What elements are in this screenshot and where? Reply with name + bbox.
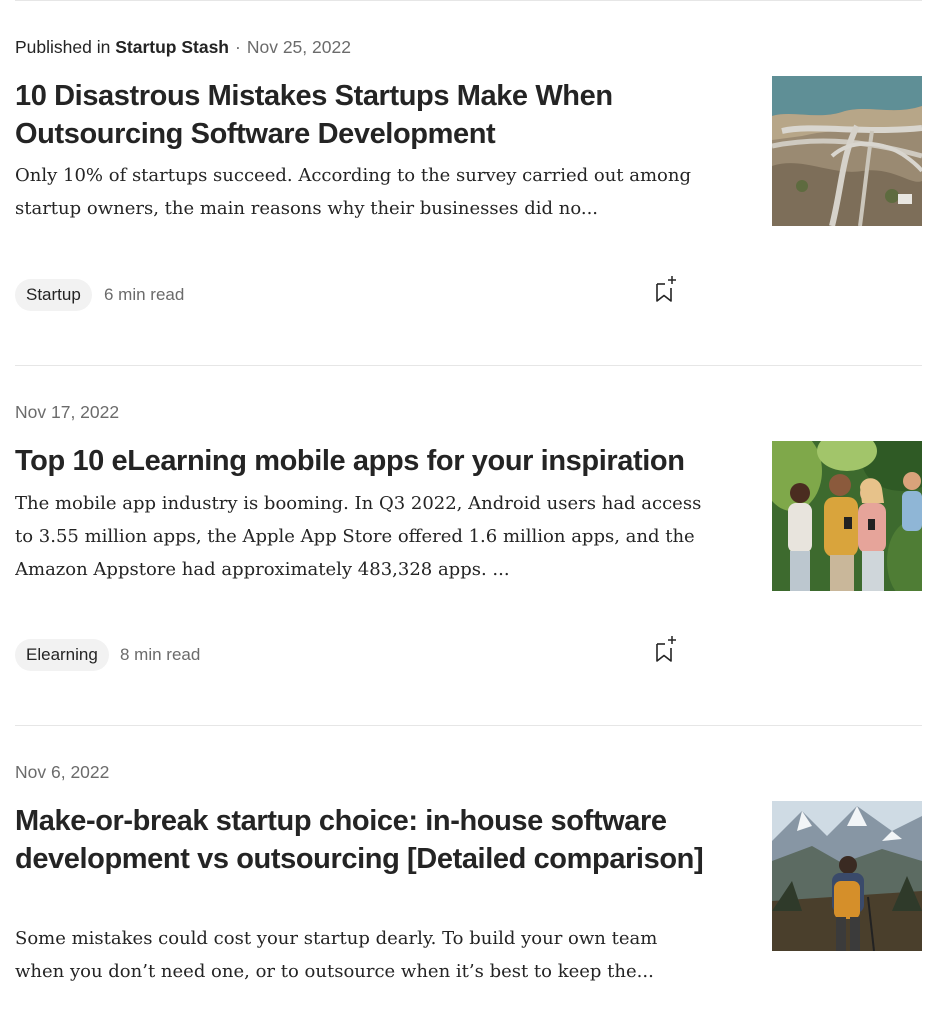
article-date: Nov 17, 2022 xyxy=(15,402,120,422)
article-meta: Nov 6, 2022 xyxy=(15,760,109,784)
publication-link[interactable]: Startup Stash xyxy=(115,37,229,57)
people-with-phones-image xyxy=(772,441,922,591)
article-title[interactable]: 10 Disastrous Mistakes Startups Make Whe… xyxy=(15,77,705,153)
tag-elearning[interactable]: Elearning xyxy=(15,639,109,671)
read-time: 8 min read xyxy=(120,645,201,664)
read-time: 6 min read xyxy=(104,285,185,304)
article-divider xyxy=(15,365,922,366)
article-excerpt[interactable]: The mobile app industry is booming. In Q… xyxy=(15,487,705,586)
article-card[interactable]: Nov 6, 2022 Make-or-break startup choice… xyxy=(15,760,922,1024)
meta-separator: · xyxy=(235,37,241,57)
highway-interchange-image xyxy=(772,76,922,226)
article-divider xyxy=(15,725,922,726)
article-feed: Published in Startup Stash · Nov 25, 2022 … xyxy=(0,0,942,1024)
article-date: Nov 6, 2022 xyxy=(15,762,110,782)
article-thumbnail[interactable] xyxy=(772,801,922,951)
bookmark-add-icon[interactable] xyxy=(653,634,679,664)
published-prefix: Published in xyxy=(15,37,111,57)
article-excerpt[interactable]: Only 10% of startups succeed. According … xyxy=(15,159,705,225)
article-meta: Published in Startup Stash · Nov 25, 2022 xyxy=(15,35,351,59)
article-date: Nov 25, 2022 xyxy=(246,37,351,57)
tag-startup[interactable]: Startup xyxy=(15,279,92,311)
article-footer: Startup 6 min read xyxy=(15,276,690,313)
bookmark-add-icon[interactable] xyxy=(653,274,679,304)
hiker-mountains-image xyxy=(772,801,922,951)
article-card[interactable]: Nov 17, 2022 Top 10 eLearning mobile app… xyxy=(15,400,922,726)
article-title[interactable]: Make-or-break startup choice: in-house s… xyxy=(15,802,705,878)
article-card[interactable]: Published in Startup Stash · Nov 25, 2022 … xyxy=(15,35,922,366)
top-divider xyxy=(15,0,922,1)
article-thumbnail[interactable] xyxy=(772,76,922,226)
article-footer: Elearning 8 min read xyxy=(15,636,690,673)
article-excerpt[interactable]: Some mistakes could cost your startup de… xyxy=(15,922,705,988)
article-title[interactable]: Top 10 eLearning mobile apps for your in… xyxy=(15,442,705,480)
article-thumbnail[interactable] xyxy=(772,441,922,591)
article-meta: Nov 17, 2022 xyxy=(15,400,119,424)
